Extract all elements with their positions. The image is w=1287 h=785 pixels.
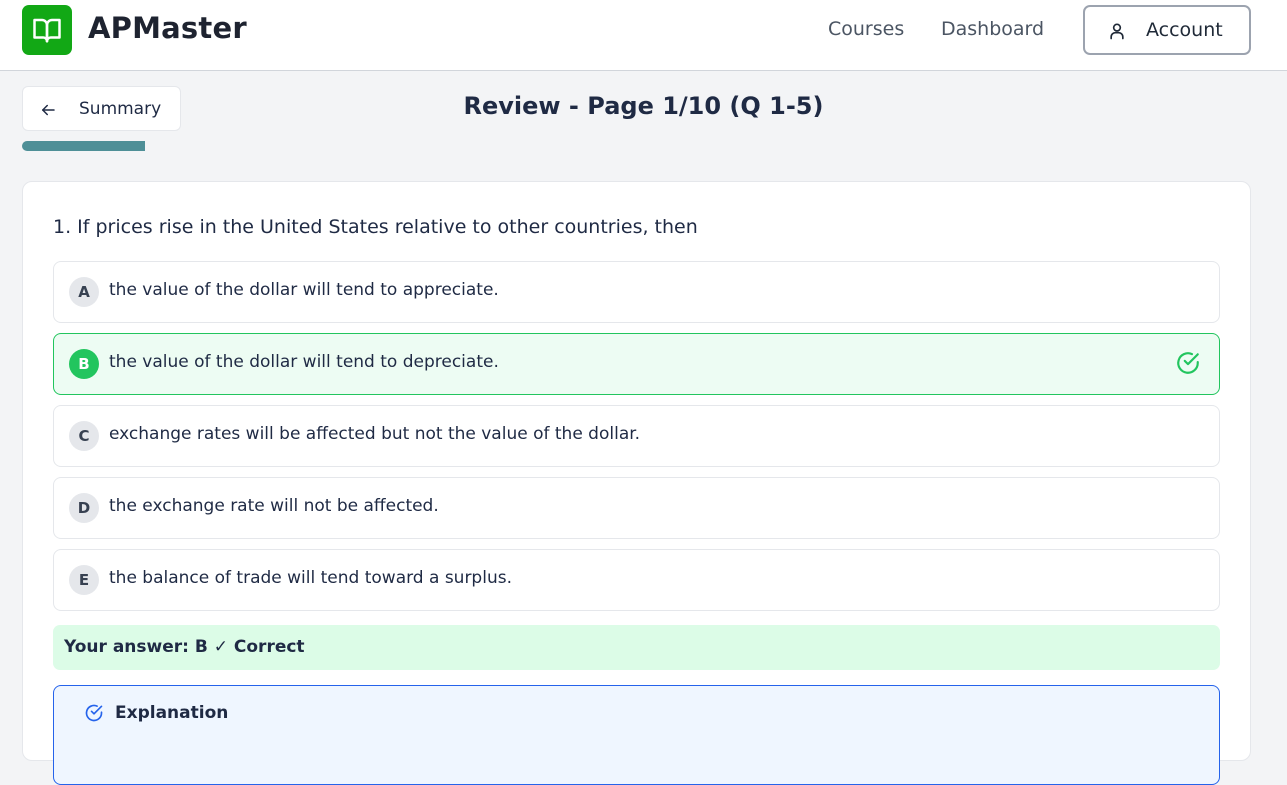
answer-result-text: Your answer: B ✓ Correct: [64, 637, 305, 657]
option-e[interactable]: E the balance of trade will tend toward …: [53, 549, 1220, 611]
progress-fill: [22, 141, 145, 151]
question-card: 1. If prices rise in the United States r…: [22, 181, 1251, 785]
book-icon: [33, 18, 61, 43]
progress-bar: [22, 141, 1251, 151]
question-text: 1. If prices rise in the United States r…: [53, 216, 698, 238]
option-text: the value of the dollar will tend to app…: [109, 280, 499, 300]
option-c[interactable]: C exchange rates will be affected but no…: [53, 405, 1220, 467]
option-letter: B: [69, 349, 99, 379]
option-text: the value of the dollar will tend to dep…: [109, 352, 499, 372]
account-button[interactable]: Account: [1083, 5, 1251, 55]
brand-name[interactable]: APMaster: [88, 11, 247, 45]
account-label: Account: [1146, 19, 1223, 41]
page-title: Review - Page 1/10 (Q 1-5): [463, 92, 824, 120]
option-text: the balance of trade will tend toward a …: [109, 568, 512, 588]
option-text: exchange rates will be affected but not …: [109, 424, 641, 444]
option-a[interactable]: A the value of the dollar will tend to a…: [53, 261, 1220, 323]
explanation-panel[interactable]: Explanation: [53, 685, 1220, 785]
nav-dashboard[interactable]: Dashboard: [941, 18, 1044, 40]
logo[interactable]: [22, 5, 72, 55]
option-b[interactable]: B the value of the dollar will tend to d…: [53, 333, 1220, 395]
option-text: the exchange rate will not be affected.: [109, 496, 439, 516]
user-icon: [1110, 23, 1124, 40]
option-letter: D: [69, 493, 99, 523]
option-d[interactable]: D the exchange rate will not be affected…: [53, 477, 1220, 539]
option-letter: A: [69, 277, 99, 307]
top-header: APMaster Courses Dashboard Account: [0, 0, 1287, 71]
answer-result: Your answer: B ✓ Correct: [53, 625, 1220, 670]
check-circle-icon: [1177, 352, 1199, 374]
explanation-label: Explanation: [115, 703, 229, 723]
option-letter: E: [69, 565, 99, 595]
nav-courses[interactable]: Courses: [828, 18, 904, 40]
check-circle-icon: [85, 704, 103, 722]
option-letter: C: [69, 421, 99, 451]
